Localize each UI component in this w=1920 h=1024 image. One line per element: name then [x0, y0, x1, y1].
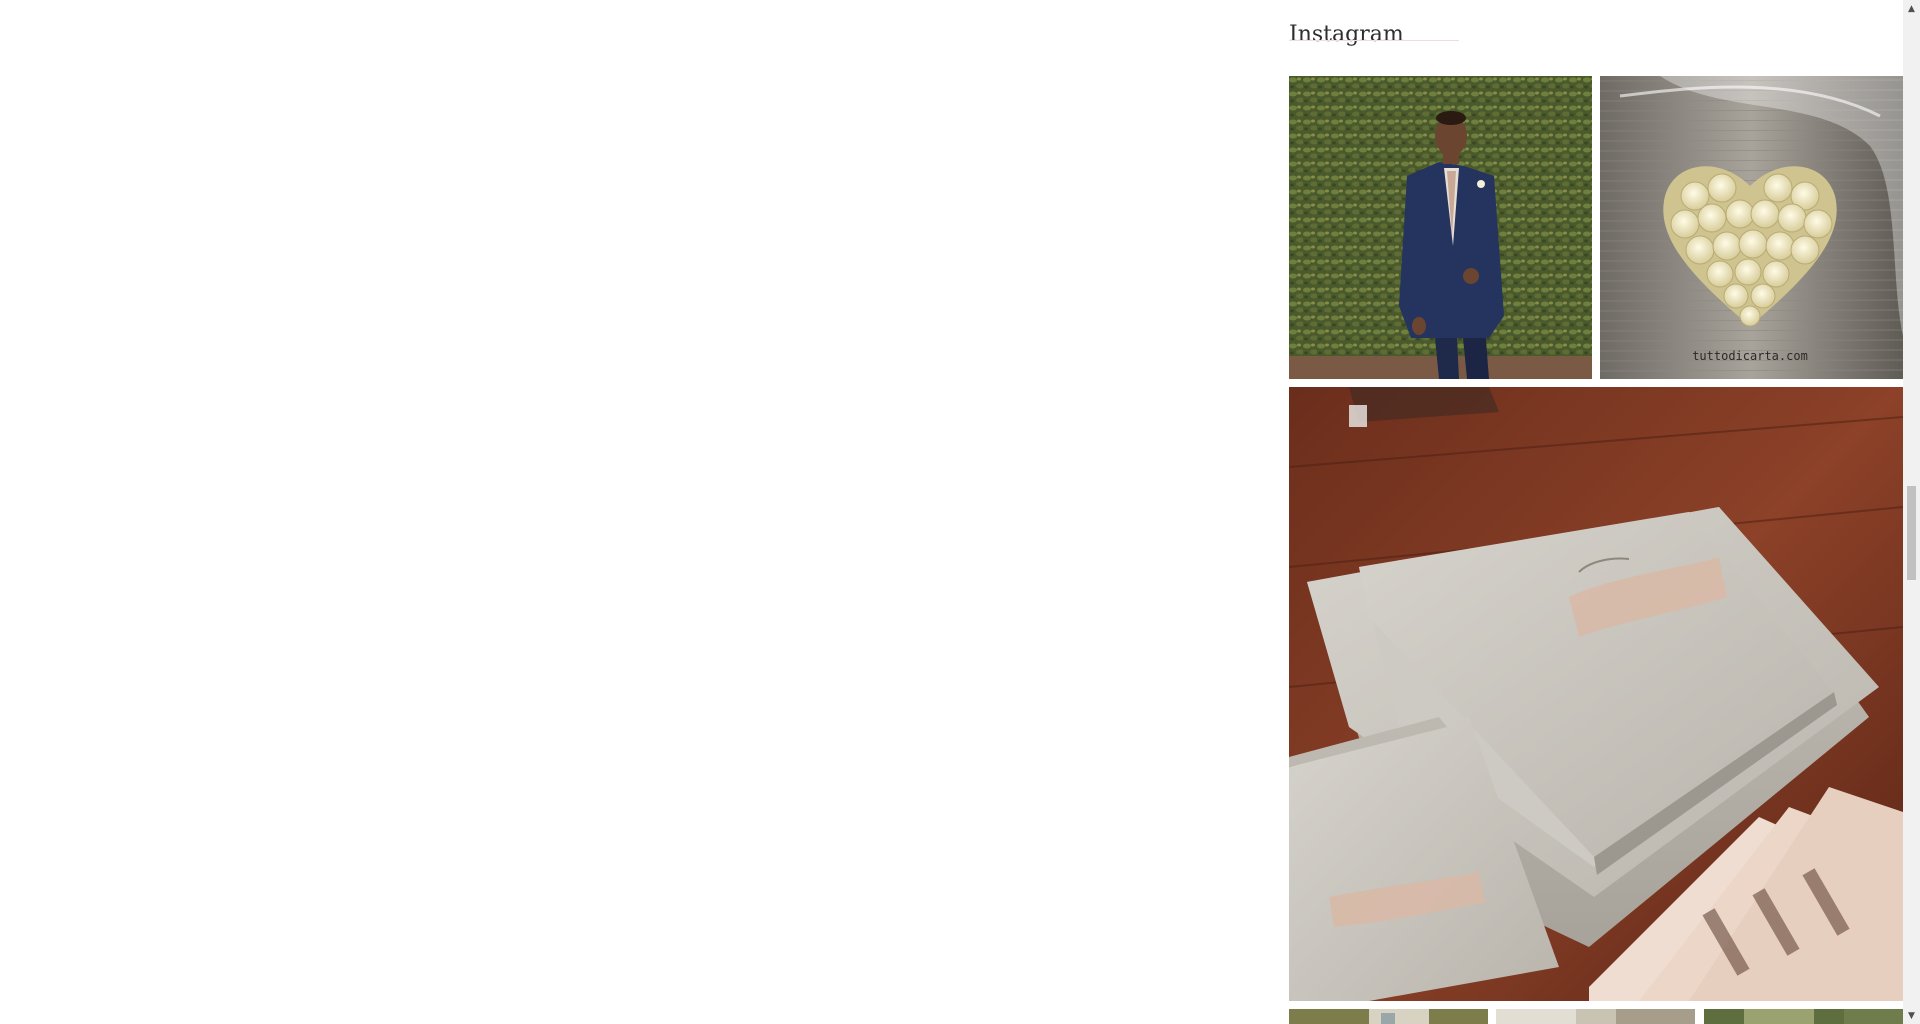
main-content-area [0, 0, 1280, 1024]
vertical-scrollbar[interactable]: ▲ ▼ [1903, 0, 1920, 1024]
title-divider [1289, 40, 1459, 41]
instagram-widget: Instagram tuttodicarta.com [1289, 0, 1903, 1024]
instagram-widget-title: Instagram [1289, 22, 1404, 47]
instagram-photo-5[interactable] [1496, 1009, 1695, 1024]
scroll-down-arrow-icon[interactable]: ▼ [1903, 1007, 1920, 1024]
instagram-photo-6[interactable] [1704, 1009, 1903, 1024]
photo-thumbnail-icon [1496, 1009, 1695, 1024]
instagram-photo-rose-heart[interactable]: tuttodicarta.com [1600, 76, 1903, 379]
photo-thumbnail-icon: tuttodicarta.com [1600, 76, 1903, 379]
scroll-up-arrow-icon[interactable]: ▲ [1903, 0, 1920, 17]
photo-thumbnail-icon [1289, 76, 1592, 379]
watermark-text: tuttodicarta.com [1692, 349, 1808, 363]
instagram-photo-wedding-albums[interactable] [1289, 387, 1903, 1001]
instagram-photo-groom[interactable] [1289, 76, 1592, 379]
page: Instagram tuttodicarta.com ▲ ▼ [0, 0, 1920, 1024]
scrollbar-thumb[interactable] [1907, 486, 1916, 580]
instagram-photo-4[interactable] [1289, 1009, 1488, 1024]
photo-thumbnail-icon [1704, 1009, 1903, 1024]
photo-thumbnail-icon [1289, 1009, 1488, 1024]
photo-thumbnail-icon [1289, 387, 1903, 1001]
